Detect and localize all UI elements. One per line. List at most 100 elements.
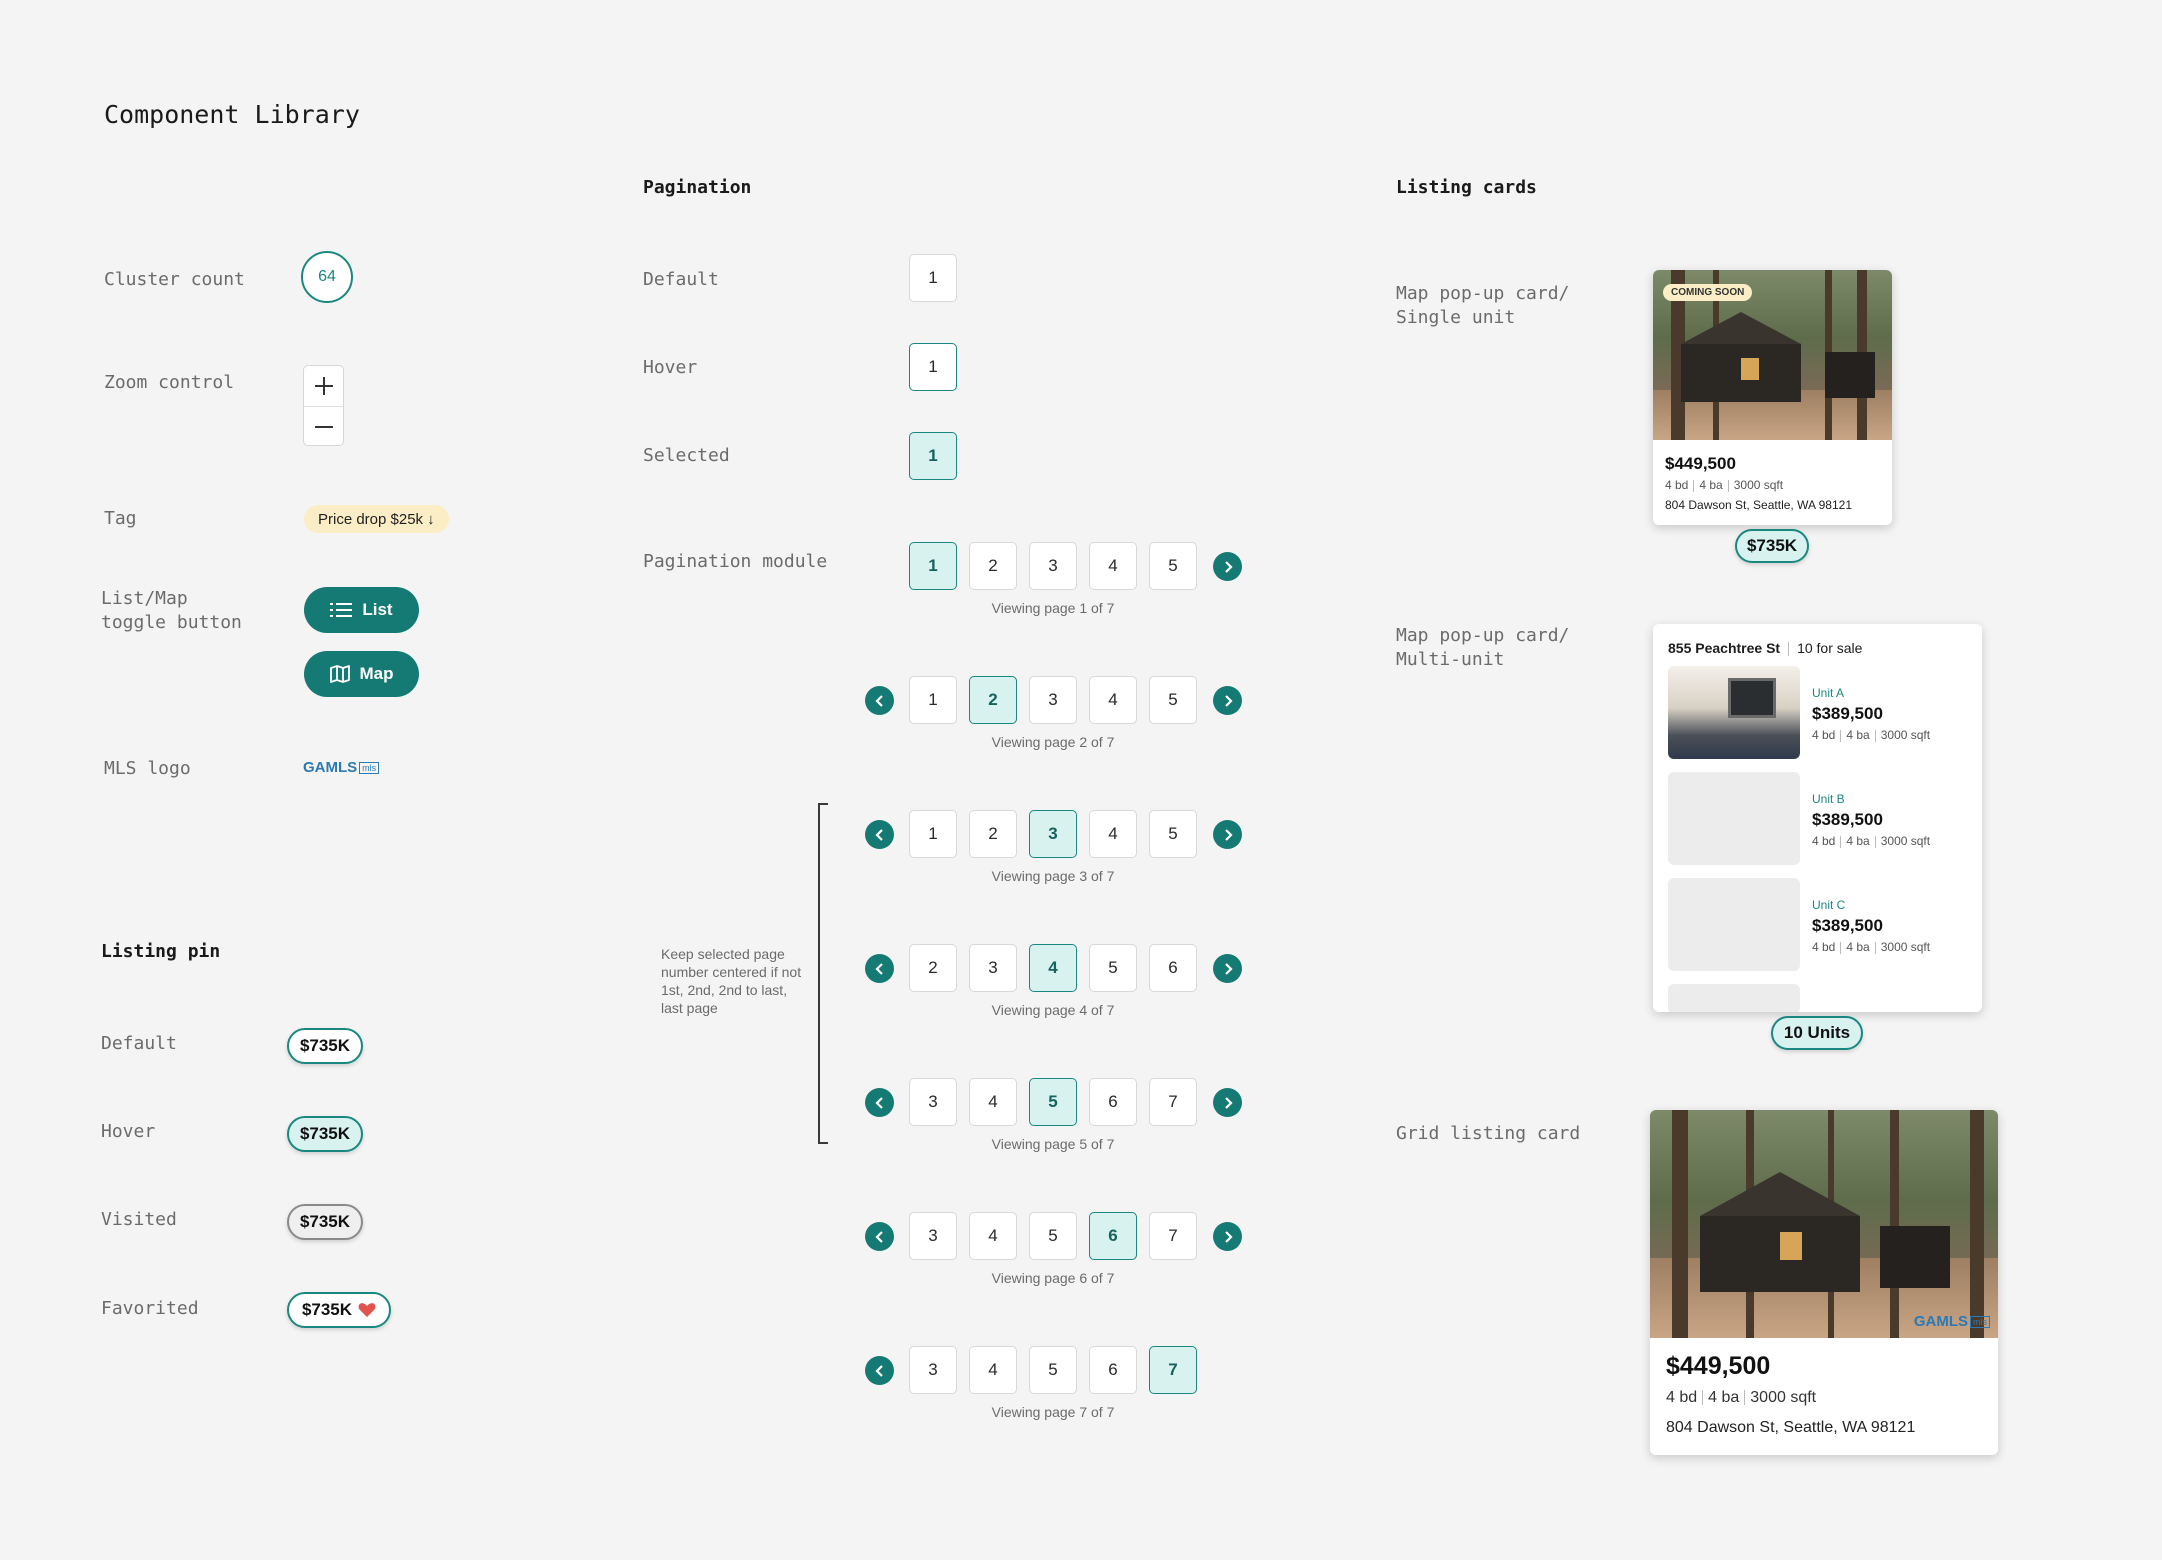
map-popup-card-multi[interactable]: 855 Peachtree St 10 for sale Unit A $389,… xyxy=(1653,624,1982,1012)
page-number-button[interactable]: 5 xyxy=(1149,676,1197,724)
mls-logo-text: GAMLS xyxy=(1913,1313,1968,1330)
listing-address: 804 Dawson St, Seattle, WA 98121 xyxy=(1665,498,1853,512)
page-number-button[interactable]: 3 xyxy=(1029,810,1077,858)
viewing-page-text: Viewing page 2 of 7 xyxy=(991,734,1115,750)
card-listing-pin[interactable]: $735K xyxy=(1735,529,1809,563)
viewing-page-text: Viewing page 6 of 7 xyxy=(991,1270,1115,1286)
page-number-button[interactable]: 5 xyxy=(1149,542,1197,590)
page-number-button[interactable]: 1 xyxy=(909,676,957,724)
pagination-default-label: Default xyxy=(643,269,719,290)
chevron-right-icon xyxy=(1224,694,1233,707)
page-number-button[interactable]: 1 xyxy=(909,810,957,858)
page-number-button[interactable]: 4 xyxy=(1089,676,1137,724)
list-icon xyxy=(330,603,353,617)
page-number-button[interactable]: 2 xyxy=(969,676,1017,724)
page-number-button[interactable]: 3 xyxy=(909,1078,957,1126)
heart-icon xyxy=(358,1303,376,1317)
pagination-section-title: Pagination xyxy=(643,177,752,198)
page-number-button[interactable]: 2 xyxy=(909,944,957,992)
unit-name: Unit A xyxy=(1812,686,1845,701)
grid-listing-card[interactable]: GAMLS mls $449,500 4 bd 4 ba 3000 sqft 804… xyxy=(1650,1110,1998,1455)
chevron-left-icon xyxy=(874,962,883,975)
page-button-default[interactable]: 1 xyxy=(909,254,957,302)
page-number-button[interactable]: 6 xyxy=(1089,1346,1137,1394)
prev-page-button[interactable] xyxy=(865,1088,894,1117)
list-toggle-button[interactable]: List xyxy=(304,587,419,633)
listing-pin-default[interactable]: $735K xyxy=(287,1028,363,1064)
pin-default-label: Default xyxy=(101,1033,177,1054)
zoom-out-button[interactable] xyxy=(304,407,343,447)
page-number-button[interactable]: 2 xyxy=(969,542,1017,590)
page-number-button[interactable]: 3 xyxy=(1029,542,1077,590)
chevron-left-icon xyxy=(874,1230,883,1243)
page-number-button[interactable]: 6 xyxy=(1089,1078,1137,1126)
page-number-button[interactable]: 4 xyxy=(969,1078,1017,1126)
multi-unit-card-label: Map pop-up card/ Multi-unit xyxy=(1396,625,1570,670)
viewing-page-text: Viewing page 4 of 7 xyxy=(991,1002,1115,1018)
zoom-control xyxy=(303,365,344,446)
mls-logo-text: GAMLS xyxy=(303,759,358,776)
map-toggle-button[interactable]: Map xyxy=(304,651,419,697)
next-page-button[interactable] xyxy=(1213,1088,1242,1117)
mls-logo-label: MLS logo xyxy=(104,758,191,779)
page-number-button[interactable]: 4 xyxy=(969,1212,1017,1260)
unit-photo xyxy=(1668,666,1800,760)
mls-logo-box: mls xyxy=(359,761,380,774)
page-number-button[interactable]: 5 xyxy=(1029,1346,1077,1394)
page-number-button[interactable]: 2 xyxy=(969,810,1017,858)
cluster-count-marker[interactable]: 64 xyxy=(301,251,353,303)
page-number-button[interactable]: 1 xyxy=(909,542,957,590)
page-number-button[interactable]: 4 xyxy=(969,1346,1017,1394)
prev-page-button[interactable] xyxy=(865,820,894,849)
next-page-button[interactable] xyxy=(1213,552,1242,581)
listing-pin-hover[interactable]: $735K xyxy=(287,1116,363,1152)
zoom-in-button[interactable] xyxy=(304,366,343,406)
unit-row[interactable]: Unit B $389,500 4 bd 4 ba 3000 sqft xyxy=(1668,772,1967,878)
page-number-button[interactable]: 6 xyxy=(1149,944,1197,992)
unit-baths: 4 ba xyxy=(1846,834,1870,849)
page-number-button[interactable]: 5 xyxy=(1149,810,1197,858)
unit-sqft: 3000 sqft xyxy=(1880,940,1931,955)
unit-beds: 4 bd xyxy=(1812,940,1836,955)
prev-page-button[interactable] xyxy=(865,954,894,983)
next-page-button[interactable] xyxy=(1213,686,1242,715)
page-number-button[interactable]: 3 xyxy=(909,1212,957,1260)
unit-name: Unit B xyxy=(1812,792,1845,807)
page-number-button[interactable]: 5 xyxy=(1029,1212,1077,1260)
unit-name: Unit C xyxy=(1812,898,1846,913)
unit-row[interactable]: Unit C $389,500 4 bd 4 ba 3000 sqft xyxy=(1668,878,1967,984)
unit-beds: 4 bd xyxy=(1812,834,1836,849)
prev-page-button[interactable] xyxy=(865,1222,894,1251)
page-number-button[interactable]: 5 xyxy=(1089,944,1137,992)
map-popup-card-single[interactable]: COMING SOON $449,500 4 bd 4 ba 3000 sqft 8… xyxy=(1653,270,1892,525)
page-number-button[interactable]: 7 xyxy=(1149,1346,1197,1394)
chevron-right-icon xyxy=(1224,560,1233,573)
unit-sqft: 3000 sqft xyxy=(1880,834,1931,849)
page-number-button[interactable]: 6 xyxy=(1089,1212,1137,1260)
page-number-button[interactable]: 4 xyxy=(1089,810,1137,858)
page-button-hover[interactable]: 1 xyxy=(909,343,957,391)
next-page-button[interactable] xyxy=(1213,1222,1242,1251)
multi-unit-pin[interactable]: 10 Units xyxy=(1771,1016,1863,1050)
chevron-right-icon xyxy=(1224,962,1233,975)
page-number-button[interactable]: 5 xyxy=(1029,1078,1077,1126)
page-number-button[interactable]: 3 xyxy=(969,944,1017,992)
page-number-button[interactable]: 4 xyxy=(1089,542,1137,590)
prev-page-button[interactable] xyxy=(865,686,894,715)
page-number-button[interactable]: 3 xyxy=(909,1346,957,1394)
unit-list: Unit A $389,500 4 bd 4 ba 3000 sqft Unit B… xyxy=(1653,666,1982,1012)
page-number-button[interactable]: 4 xyxy=(1029,944,1077,992)
page-button-selected[interactable]: 1 xyxy=(909,432,957,480)
unit-photo-placeholder xyxy=(1668,878,1800,972)
next-page-button[interactable] xyxy=(1213,820,1242,849)
listing-baths: 4 ba xyxy=(1699,478,1723,492)
next-page-button[interactable] xyxy=(1213,954,1242,983)
prev-page-button[interactable] xyxy=(865,1356,894,1385)
unit-row[interactable]: Unit A $389,500 4 bd 4 ba 3000 sqft xyxy=(1668,666,1967,772)
page-number-button[interactable]: 7 xyxy=(1149,1078,1197,1126)
listing-pin-visited[interactable]: $735K xyxy=(287,1204,363,1240)
page-number-button[interactable]: 3 xyxy=(1029,676,1077,724)
page-number-button[interactable]: 7 xyxy=(1149,1212,1197,1260)
listing-pin-favorited[interactable]: $735K xyxy=(287,1292,391,1328)
listing-specs: 4 bd 4 ba 3000 sqft xyxy=(1666,1389,1982,1407)
